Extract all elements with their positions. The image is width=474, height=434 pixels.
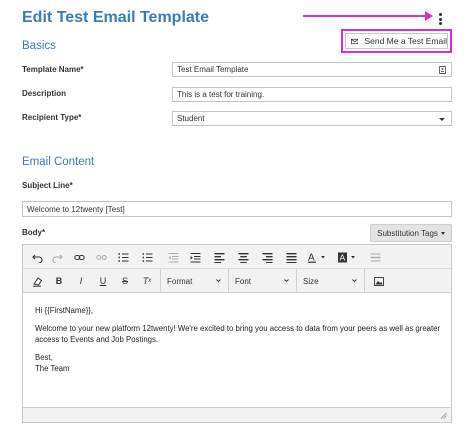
size-dropdown[interactable]: Size	[296, 269, 362, 293]
unlink-icon[interactable]	[93, 249, 109, 265]
basics-heading: Basics	[22, 40, 56, 52]
description-value: This is a test for training.	[177, 90, 265, 99]
image-icon	[373, 276, 384, 286]
substitution-tags-button[interactable]: Substitution Tags	[370, 224, 452, 242]
chevron-down-icon	[284, 279, 289, 283]
align-right-icon[interactable]	[259, 249, 275, 265]
editor-content[interactable]: Hi {{FirstName}}, Welcome to your new pl…	[35, 305, 445, 374]
link-icon[interactable]	[71, 249, 87, 265]
italic-icon[interactable]: I	[73, 273, 89, 289]
underline-icon[interactable]: U	[95, 273, 111, 289]
undo-icon[interactable]	[29, 249, 45, 265]
recipient-type-label: Recipient Type*	[22, 113, 82, 122]
body-paragraph: Welcome to your new platform 12twenty! W…	[35, 324, 441, 344]
toolbar-row-1: A A	[23, 245, 451, 269]
numbered-list-icon[interactable]	[115, 249, 131, 265]
svg-text:A: A	[308, 252, 315, 263]
strikethrough-icon[interactable]: S	[117, 273, 133, 289]
template-name-label: Template Name*	[22, 65, 84, 74]
size-dropdown-label: Size	[303, 276, 319, 286]
redo-icon[interactable]	[49, 249, 65, 265]
description-input[interactable]: This is a test for training.	[172, 87, 452, 102]
toolbar-row-2: B I U S Tx Format Font Size	[23, 269, 451, 293]
font-dropdown-label: Font	[235, 276, 252, 286]
description-label: Description	[22, 89, 67, 98]
template-name-input[interactable]: Test Email Template	[172, 62, 452, 77]
body-signature: The Team	[35, 364, 70, 373]
format-dropdown[interactable]: Format	[160, 269, 226, 293]
body-label: Body*	[22, 228, 46, 237]
font-dropdown[interactable]: Font	[228, 269, 294, 293]
editor-status-bar	[23, 407, 451, 422]
bold-icon[interactable]: B	[51, 273, 67, 289]
recipient-type-value: Student	[177, 114, 205, 123]
editor-toolbar: A A B I U S Tx Format Font Size	[23, 245, 451, 293]
caret-down-icon	[440, 231, 445, 235]
body-greeting: Hi {{FirstName}},	[35, 306, 94, 315]
format-dropdown-label: Format	[167, 276, 193, 286]
substitution-tags-label: Substitution Tags	[377, 228, 438, 238]
resize-handle-icon[interactable]	[440, 412, 447, 419]
annotation-arrow	[303, 11, 433, 21]
body-closing: Best,	[35, 353, 53, 362]
chevron-down-icon	[352, 279, 357, 283]
email-content-heading: Email Content	[22, 156, 95, 168]
envelope-icon	[351, 38, 359, 44]
insert-image-button[interactable]	[364, 269, 392, 293]
recipient-type-select[interactable]: Student	[172, 111, 452, 126]
chevron-down-icon	[216, 279, 221, 283]
subject-line-input[interactable]: Welcome to 12twenty [Test]	[22, 201, 452, 217]
caret-down-icon	[439, 118, 445, 121]
bullet-list-icon[interactable]	[139, 249, 155, 265]
clear-formatting-icon[interactable]	[29, 273, 45, 289]
remove-format-icon[interactable]: Tx	[139, 273, 155, 289]
indent-icon[interactable]	[187, 249, 203, 265]
horizontal-rule-icon[interactable]	[367, 249, 383, 265]
background-color-icon[interactable]: A	[335, 249, 361, 265]
svg-text:A: A	[340, 252, 346, 262]
template-name-value: Test Email Template	[177, 65, 249, 74]
text-color-icon[interactable]: A	[305, 249, 331, 265]
subject-line-value: Welcome to 12twenty [Test]	[27, 204, 125, 214]
annotation-highlight-box: Send Me a Test Email	[341, 29, 452, 53]
send-test-email-label: Send Me a Test Email	[364, 36, 447, 46]
body-editor[interactable]: A A B I U S Tx Format Font Size Hi {{Fir…	[22, 244, 452, 423]
more-options-icon[interactable]	[437, 13, 443, 25]
align-center-icon[interactable]	[235, 249, 251, 265]
page-title: Edit Test Email Template	[22, 9, 210, 26]
align-justify-icon[interactable]	[283, 249, 299, 265]
outdent-icon[interactable]	[165, 249, 181, 265]
contact-card-icon[interactable]	[439, 66, 446, 74]
subject-line-label: Subject Line*	[22, 181, 73, 190]
send-test-email-button[interactable]: Send Me a Test Email	[345, 33, 448, 49]
align-left-icon[interactable]	[211, 249, 227, 265]
